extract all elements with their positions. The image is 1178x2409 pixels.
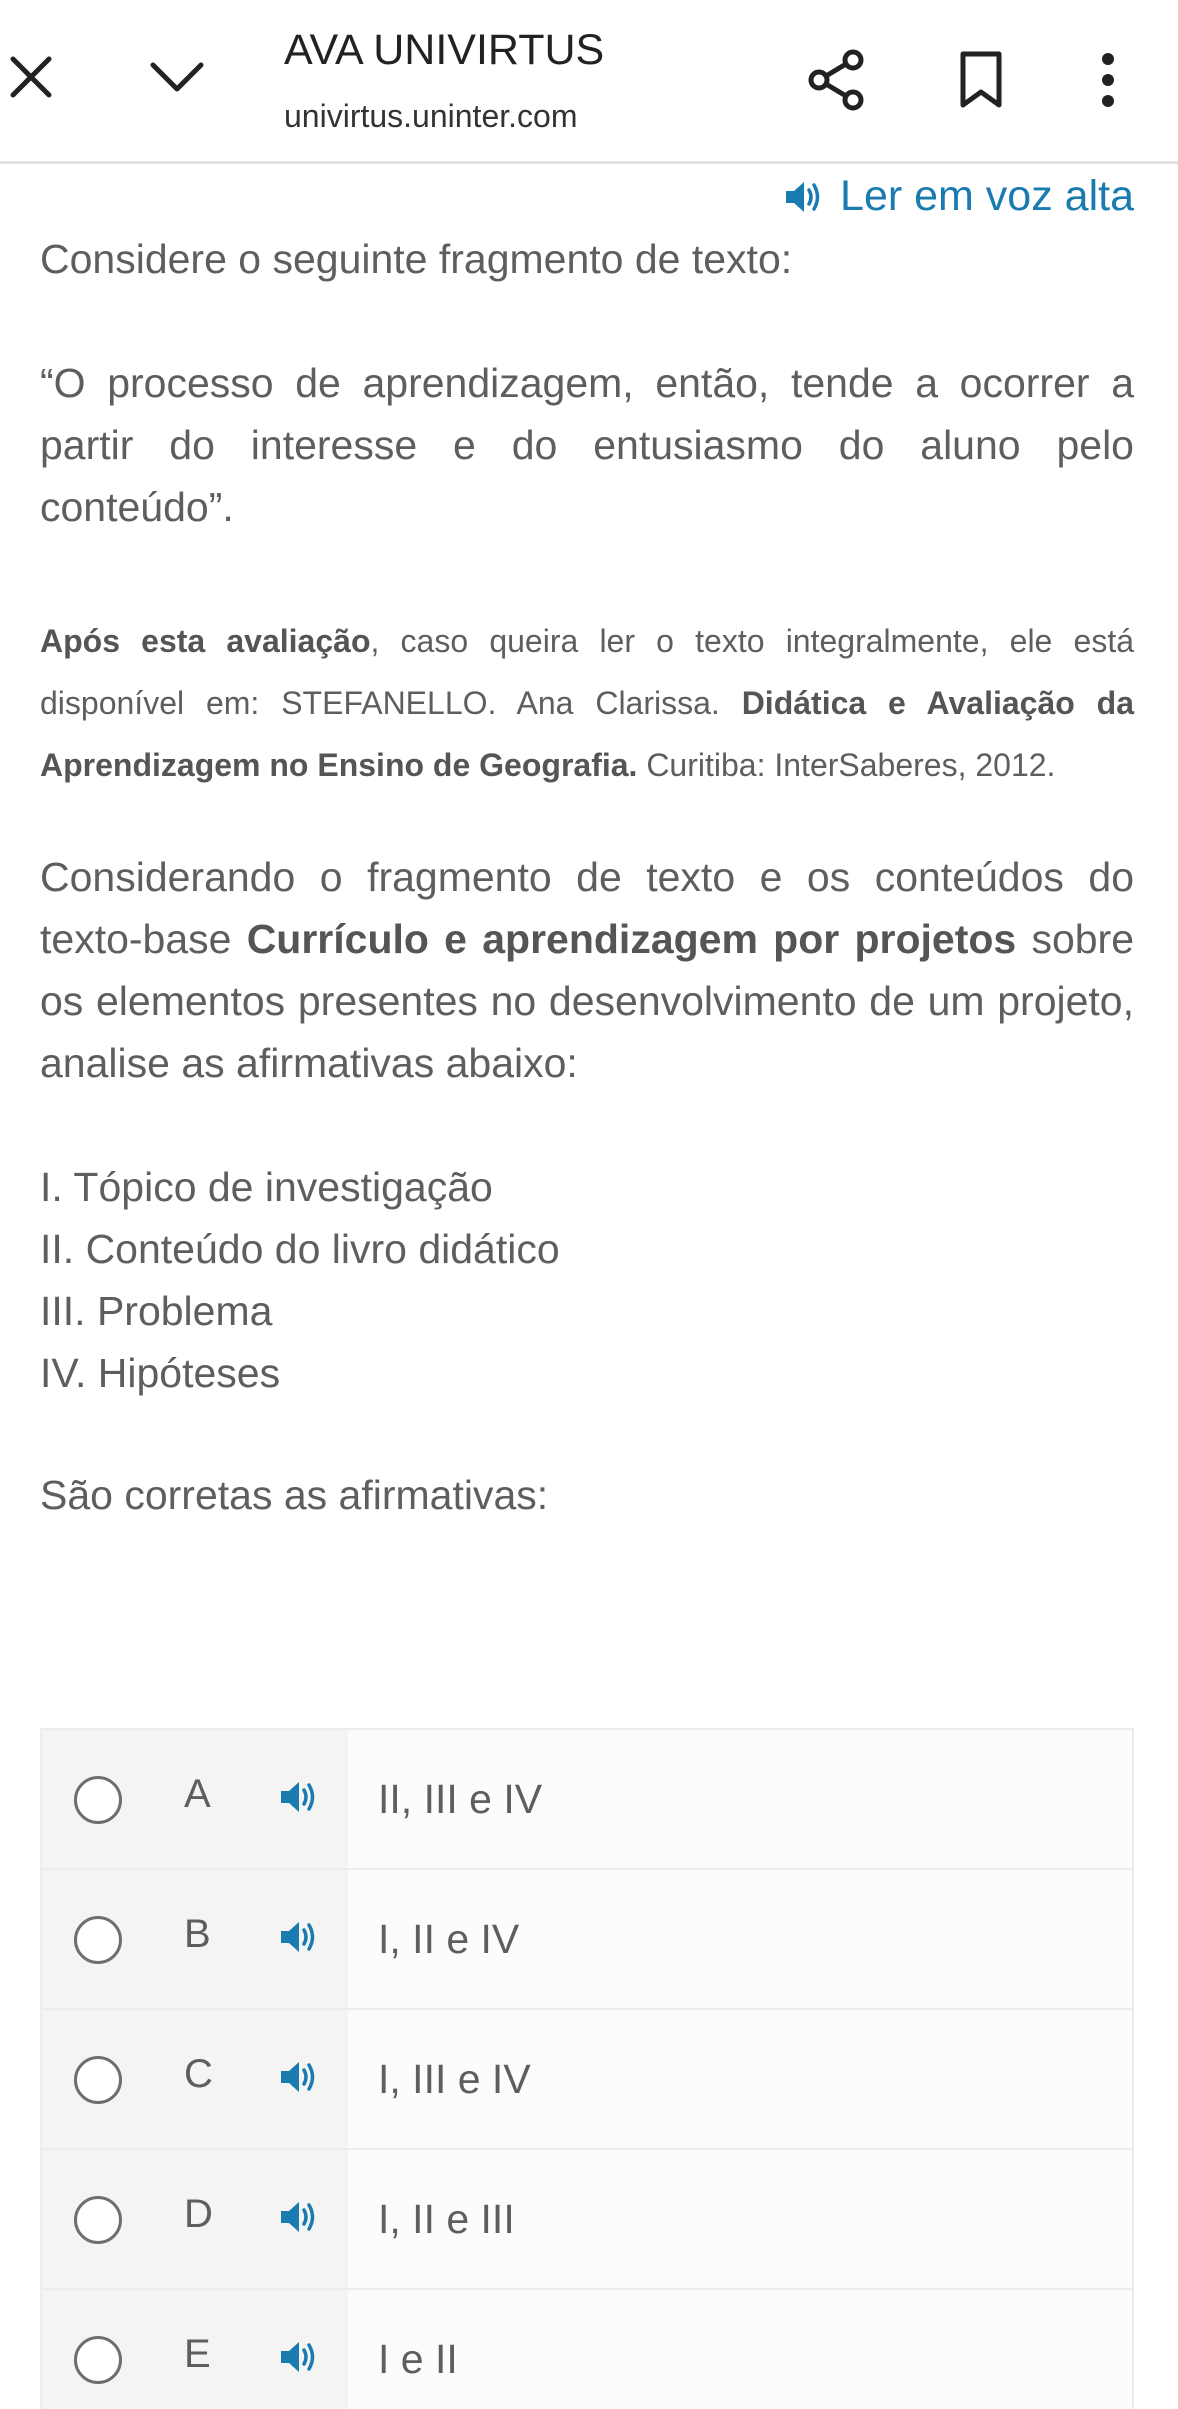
option-read-aloud-button[interactable] — [276, 2336, 324, 2378]
statement-item: III. Problema — [40, 1288, 273, 1334]
minimize-button[interactable] — [140, 40, 214, 114]
option-text: I, III e IV — [348, 2010, 1132, 2148]
option-c[interactable]: C I, III e IV — [42, 2010, 1132, 2150]
option-read-aloud-button[interactable] — [276, 1776, 324, 1818]
option-d[interactable]: D I, II e III — [42, 2150, 1132, 2290]
option-controls: E — [42, 2290, 348, 2409]
option-letter: E — [184, 2332, 211, 2376]
question-quote: “O processo de aprendizagem, então, tend… — [40, 360, 1134, 530]
option-a[interactable]: A II, III e IV — [42, 1730, 1132, 1870]
option-radio[interactable] — [74, 2056, 122, 2104]
read-aloud-button[interactable]: Ler em voz alta — [784, 172, 1134, 221]
option-radio[interactable] — [74, 1916, 122, 1964]
option-controls: A — [42, 1730, 348, 1868]
share-icon — [808, 49, 864, 111]
option-letter: C — [184, 2052, 213, 2096]
option-text: I, II e III — [348, 2150, 1132, 2288]
more-vert-icon — [1102, 53, 1114, 107]
statement-item: IV. Hipóteses — [40, 1350, 281, 1396]
page-title: AVA UNIVIRTUS — [284, 26, 605, 74]
close-button[interactable] — [0, 40, 62, 114]
option-read-aloud-button[interactable] — [276, 2196, 324, 2238]
statement-item: II. Conteúdo do livro didático — [40, 1226, 560, 1272]
question-intro: Considere o seguinte fragmento de texto: — [40, 236, 793, 282]
reference-note: Após esta avaliação, caso queira ler o t… — [40, 610, 1134, 796]
option-controls: C — [42, 2010, 348, 2148]
option-text: II, III e IV — [348, 1730, 1132, 1868]
option-letter: D — [184, 2192, 213, 2236]
option-read-aloud-button[interactable] — [276, 1916, 324, 1958]
option-text: I e II — [348, 2290, 1132, 2409]
page-url[interactable]: univirtus.uninter.com — [284, 98, 577, 135]
share-button[interactable] — [800, 38, 874, 122]
read-aloud-label: Ler em voz alta — [840, 172, 1134, 220]
reference-bold-1: Após esta avaliação — [40, 623, 371, 659]
option-radio[interactable] — [74, 2336, 122, 2384]
reference-text-2: Curitiba: InterSaberes, 2012. — [637, 747, 1056, 783]
speaker-icon — [281, 2062, 315, 2092]
speaker-icon — [281, 2342, 315, 2372]
speaker-icon — [281, 1922, 315, 1952]
speaker-icon — [786, 181, 820, 212]
speaker-icon — [281, 1782, 315, 1812]
close-icon — [10, 56, 52, 98]
statement-list: I. Tópico de investigação II. Conteúdo d… — [40, 1156, 560, 1404]
option-b[interactable]: B I, II e IV — [42, 1870, 1132, 2010]
statement-item: I. Tópico de investigação — [40, 1164, 493, 1210]
answer-options: A II, III e IV B I, II e IV C I, III e I… — [40, 1728, 1134, 2409]
bookmark-button[interactable] — [944, 38, 1018, 122]
question-context: Considerando o fragmento de texto e os c… — [40, 846, 1134, 1094]
option-letter: A — [184, 1772, 211, 1816]
chevron-down-icon — [150, 62, 204, 92]
option-read-aloud-button[interactable] — [276, 2056, 324, 2098]
context-base-text-title: Currículo e aprendizagem por projetos — [246, 916, 1017, 962]
bookmark-icon — [960, 51, 1002, 108]
option-radio[interactable] — [74, 2196, 122, 2244]
option-controls: B — [42, 1870, 348, 2008]
option-controls: D — [42, 2150, 348, 2288]
speaker-icon — [281, 2202, 315, 2232]
option-text: I, II e IV — [348, 1870, 1132, 2008]
browser-toolbar: AVA UNIVIRTUS univirtus.uninter.com — [0, 0, 1178, 164]
option-letter: B — [184, 1912, 211, 1956]
option-e[interactable]: E I e II — [42, 2290, 1132, 2409]
more-options-button[interactable] — [1078, 38, 1138, 122]
option-radio[interactable] — [74, 1776, 122, 1824]
question-prompt: São corretas as afirmativas: — [40, 1472, 549, 1518]
